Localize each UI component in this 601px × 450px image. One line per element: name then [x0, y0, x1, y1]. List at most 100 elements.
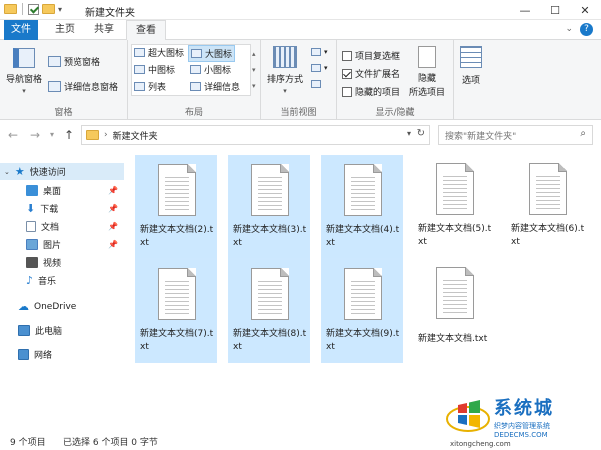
file-item[interactable]: 新建文本文档(6).txt — [507, 155, 589, 259]
layout-list[interactable]: 列表 — [134, 80, 166, 93]
file-item[interactable]: 新建文本文档(7).txt — [135, 259, 217, 363]
file-item[interactable]: 新建文本文档(3).txt — [228, 155, 310, 259]
item-checkboxes-toggle[interactable]: 项目复选框 — [342, 49, 400, 62]
size-columns-button[interactable] — [311, 80, 321, 88]
new-folder-icon[interactable] — [42, 4, 55, 14]
options-label: 选项 — [461, 76, 480, 86]
sidebar-item-documents[interactable]: 文档 📌 — [0, 218, 124, 235]
preview-pane-button[interactable]: 预览窗格 — [48, 55, 100, 68]
medium-icons-icon — [134, 65, 145, 74]
sidebar-item-network[interactable]: 网络 — [0, 346, 124, 363]
layout-small-icons[interactable]: 小图标 — [190, 63, 231, 76]
quick-access-toolbar: ▾ — [4, 3, 62, 15]
tab-home[interactable]: 主页 — [48, 20, 82, 40]
sidebar-item-label: 下载 — [40, 205, 59, 215]
text-file-icon — [529, 163, 567, 215]
item-checkboxes-checkbox[interactable] — [342, 50, 352, 61]
layout-extra-large-icons[interactable]: 超大图标 — [134, 46, 184, 59]
extra-large-icons-label: 超大图标 — [148, 49, 185, 59]
properties-icon[interactable] — [28, 3, 39, 15]
layout-details[interactable]: 详细信息 — [190, 80, 240, 93]
preview-pane-icon — [48, 56, 61, 67]
sort-by-button[interactable]: 排序方式 ▾ — [267, 46, 303, 95]
network-icon — [18, 349, 29, 360]
forward-arrow-icon[interactable]: → — [30, 128, 40, 142]
up-arrow-icon[interactable]: ↑ — [64, 128, 74, 142]
desktop-icon — [26, 185, 38, 196]
pin-icon[interactable]: 📌 — [108, 222, 118, 231]
search-icon[interactable]: ⌕ — [580, 128, 586, 139]
address-dropdown-icon[interactable]: ▾ — [407, 129, 411, 138]
window-title: 新建文件夹 — [85, 8, 135, 19]
layout-group: 超大图标 大图标 中图标 小图标 列表 详细信息 ▴ ▾ ▾ 布局 — [128, 40, 261, 120]
hidden-items-checkbox[interactable] — [342, 86, 352, 97]
file-item[interactable]: 新建文本文档(8).txt — [228, 259, 310, 363]
minimize-button[interactable]: — — [510, 0, 540, 20]
text-file-icon — [436, 163, 474, 215]
breadcrumb[interactable]: 新建文件夹 — [113, 129, 158, 142]
hidden-items-toggle[interactable]: 隐藏的项目 — [342, 85, 400, 98]
back-arrow-icon[interactable]: ← — [8, 128, 18, 142]
close-button[interactable]: ✕ — [570, 0, 600, 20]
breadcrumb-chevron-icon[interactable]: › — [104, 130, 108, 140]
file-item[interactable]: 新建文本文档.txt — [414, 259, 504, 363]
sidebar-item-desktop[interactable]: 桌面 📌 — [0, 182, 124, 199]
folder-icon — [86, 130, 99, 140]
file-extensions-toggle[interactable]: 文件扩展名 — [342, 67, 400, 80]
options-icon — [460, 46, 482, 68]
sidebar-item-this-pc[interactable]: 此电脑 — [0, 322, 124, 339]
search-input[interactable]: 搜索"新建文件夹" ⌕ — [438, 125, 593, 145]
pin-icon[interactable]: 📌 — [108, 240, 118, 249]
sidebar-item-label: 视频 — [43, 259, 62, 269]
add-columns-button[interactable]: ▾ — [311, 64, 328, 72]
sidebar-item-downloads[interactable]: ⬇ 下载 📌 — [0, 200, 124, 217]
sidebar-item-onedrive[interactable]: ☁ OneDrive — [0, 298, 124, 315]
large-icons-icon — [191, 49, 202, 58]
size-columns-icon — [311, 80, 321, 88]
file-item[interactable]: 新建文本文档(2).txt — [135, 155, 217, 259]
file-extensions-checkbox[interactable] — [342, 68, 352, 79]
item-checkboxes-label: 项目复选框 — [355, 52, 401, 62]
pin-icon[interactable]: 📌 — [108, 204, 118, 213]
help-icon[interactable]: ? — [580, 23, 593, 36]
search-placeholder: 搜索"新建文件夹" — [445, 131, 517, 142]
refresh-icon[interactable]: ↻ — [417, 128, 425, 139]
chevron-down-icon[interactable]: ⌄ — [4, 168, 10, 176]
hide-selected-items-button[interactable]: 隐藏 所选项目 — [409, 46, 445, 98]
navigation-pane-button[interactable]: 导航窗格 ▾ — [6, 48, 42, 95]
sidebar-item-label: 网络 — [34, 351, 53, 361]
address-box[interactable]: › 新建文件夹 ▾ ↻ — [81, 125, 430, 145]
sidebar-item-pictures[interactable]: 图片 📌 — [0, 236, 124, 253]
details-pane-button[interactable]: 详细信息窗格 — [48, 80, 118, 93]
options-button[interactable]: 选项 — [460, 46, 482, 86]
file-item[interactable]: 新建文本文档(4).txt — [321, 155, 403, 259]
sidebar-item-label: 桌面 — [43, 187, 62, 197]
layout-large-icons[interactable]: 大图标 — [188, 45, 236, 62]
sidebar-item-videos[interactable]: 视频 — [0, 254, 124, 271]
options-group: 选项 — [454, 40, 494, 120]
pin-icon[interactable]: 📌 — [108, 186, 118, 195]
layout-medium-icons[interactable]: 中图标 — [134, 63, 175, 76]
details-icon — [190, 82, 201, 91]
maximize-button[interactable]: ☐ — [540, 0, 570, 20]
title-bar: ▾ 新建文件夹 — ☐ ✕ — [0, 0, 601, 20]
group-by-button[interactable]: ▾ — [311, 48, 328, 56]
hide-selected-icon — [418, 46, 436, 68]
layout-scroll[interactable]: ▴ ▾ ▾ — [252, 46, 256, 94]
sidebar-item-music[interactable]: ♪ 音乐 — [0, 272, 124, 289]
star-icon: ★ — [14, 165, 25, 178]
file-item[interactable]: 新建文本文档(5).txt — [414, 155, 496, 259]
recent-locations-icon[interactable]: ▾ — [50, 130, 54, 139]
collapse-ribbon-icon[interactable]: ⌄ — [565, 24, 573, 34]
customize-toolbar-icon[interactable]: ▾ — [58, 5, 62, 14]
file-item[interactable]: 新建文本文档(9).txt — [321, 259, 403, 363]
text-file-icon — [436, 267, 474, 319]
small-icons-icon — [190, 65, 201, 74]
tab-share[interactable]: 共享 — [87, 20, 121, 40]
tab-view[interactable]: 查看 — [126, 20, 166, 41]
sidebar-item-quick-access[interactable]: ⌄ ★ 快速访问 — [0, 163, 124, 180]
hide-selected-label: 隐藏 — [418, 74, 437, 84]
details-label: 详细信息 — [204, 83, 241, 93]
sidebar-item-label: 此电脑 — [35, 327, 63, 337]
text-file-icon — [251, 268, 289, 320]
